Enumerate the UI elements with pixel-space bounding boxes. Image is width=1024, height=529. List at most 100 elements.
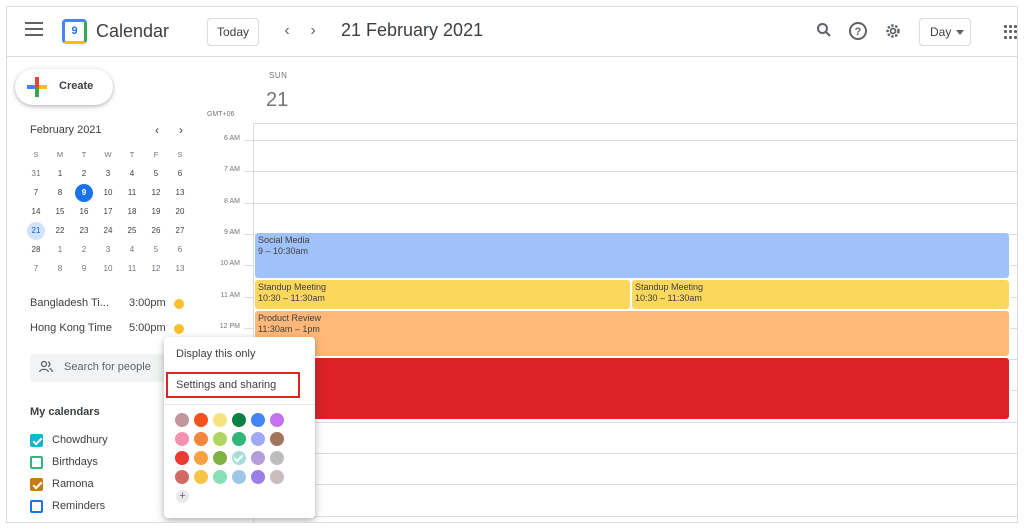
color-swatch[interactable] (251, 413, 265, 427)
color-swatch[interactable] (194, 451, 208, 465)
mini-calendar-day[interactable]: 28 (24, 240, 48, 259)
mini-calendar-day[interactable]: 7 (24, 259, 48, 278)
mini-calendar-day[interactable]: 23 (72, 221, 96, 240)
color-swatch[interactable] (232, 432, 246, 446)
mini-calendar-day[interactable]: 14 (24, 202, 48, 221)
color-swatch[interactable] (194, 413, 208, 427)
calendar-checkbox[interactable] (30, 478, 43, 491)
mini-calendar-day[interactable]: 20 (168, 202, 192, 221)
mini-calendar-day[interactable]: 27 (168, 221, 192, 240)
calendar-item[interactable]: Reminders (30, 499, 170, 515)
mini-calendar-day[interactable]: 24 (96, 221, 120, 240)
weekday-label: F (153, 150, 159, 159)
timezone-name: Bangladesh Ti... (30, 297, 109, 309)
search-icon[interactable] (814, 22, 834, 42)
mini-calendar-day[interactable]: 2 (72, 240, 96, 259)
mini-calendar-next-icon[interactable]: › (174, 123, 188, 137)
mini-calendar-day[interactable]: 15 (48, 202, 72, 221)
color-swatch[interactable] (251, 470, 265, 484)
calendar-checkbox[interactable] (30, 456, 43, 469)
calendar-checkbox[interactable] (30, 434, 43, 447)
google-apps-icon[interactable] (1004, 25, 1017, 39)
mini-calendar-day[interactable]: 22 (48, 221, 72, 240)
color-swatch[interactable] (194, 470, 208, 484)
color-swatch[interactable] (175, 413, 189, 427)
calendar-event[interactable]: Standup Meeting 10:30 – 11:30am (254, 279, 631, 310)
hour-label: 10 AM (220, 260, 240, 267)
mini-calendar-day[interactable]: 8 (48, 183, 72, 202)
mini-calendar-day[interactable]: 21 (24, 221, 48, 240)
color-swatch[interactable] (270, 413, 284, 427)
mini-calendar-day[interactable]: 8 (48, 259, 72, 278)
mini-calendar-day[interactable]: 2 (72, 164, 96, 183)
color-swatch[interactable] (270, 432, 284, 446)
mini-calendar-day[interactable]: 3 (96, 164, 120, 183)
today-button[interactable]: Today (207, 18, 259, 46)
color-swatch[interactable] (232, 451, 246, 465)
calendar-checkbox[interactable] (30, 500, 43, 513)
color-swatch[interactable] (194, 432, 208, 446)
mini-calendar-day[interactable]: 11 (120, 259, 144, 278)
color-swatch[interactable] (175, 432, 189, 446)
mini-calendar-day[interactable]: 17 (96, 202, 120, 221)
mini-calendar-day[interactable]: 10 (96, 183, 120, 202)
mini-calendar-day[interactable]: 9 (72, 183, 96, 202)
mini-calendar-day[interactable]: 6 (168, 164, 192, 183)
mini-calendar-day[interactable]: 13 (168, 259, 192, 278)
timezone-label: GMT+06 (207, 111, 235, 118)
mini-calendar-day[interactable]: 16 (72, 202, 96, 221)
color-swatch[interactable] (232, 413, 246, 427)
mini-calendar-day[interactable]: 13 (168, 183, 192, 202)
mini-calendar-day-number: 7 (33, 264, 39, 273)
mini-calendar-day-number: 6 (177, 245, 183, 254)
create-button[interactable]: Create (15, 69, 113, 105)
mini-calendar-day[interactable]: 11 (120, 183, 144, 202)
mini-calendar-day[interactable]: 18 (120, 202, 144, 221)
color-swatch[interactable] (270, 470, 284, 484)
mini-calendar-day[interactable]: 10 (96, 259, 120, 278)
calendar-item[interactable]: Ramona (30, 477, 170, 493)
mini-calendar-day[interactable]: 5 (144, 164, 168, 183)
mini-calendar-day[interactable]: 4 (120, 240, 144, 259)
mini-calendar-prev-icon[interactable]: ‹ (150, 123, 164, 137)
mini-calendar-day[interactable]: 12 (144, 259, 168, 278)
calendar-event[interactable] (254, 357, 1010, 420)
mini-calendar-day[interactable]: 12 (144, 183, 168, 202)
calendar-item[interactable]: Chowdhury (30, 433, 170, 449)
mini-calendar-day[interactable]: 26 (144, 221, 168, 240)
view-select-dropdown[interactable]: Day (919, 18, 971, 46)
color-swatch[interactable] (232, 470, 246, 484)
color-swatch[interactable] (213, 451, 227, 465)
color-swatch[interactable] (213, 413, 227, 427)
mini-calendar-day[interactable]: 1 (48, 164, 72, 183)
previous-period-icon[interactable]: ‹ (277, 21, 297, 41)
color-swatch[interactable] (213, 432, 227, 446)
display-this-only-option[interactable]: Display this only (164, 340, 315, 368)
mini-calendar-day[interactable]: 7 (24, 183, 48, 202)
color-swatch[interactable] (251, 432, 265, 446)
settings-gear-icon[interactable] (883, 22, 903, 42)
color-swatch[interactable] (251, 451, 265, 465)
mini-calendar-day[interactable]: 19 (144, 202, 168, 221)
mini-calendar-day[interactable]: 9 (72, 259, 96, 278)
add-custom-color-icon[interactable]: + (176, 490, 189, 503)
main-menu-icon[interactable] (25, 22, 43, 36)
help-icon[interactable]: ? (849, 22, 867, 40)
calendar-event[interactable]: Standup Meeting 10:30 – 11:30am (631, 279, 1010, 310)
calendar-item[interactable]: Birthdays (30, 455, 170, 471)
color-swatch[interactable] (175, 470, 189, 484)
color-swatch[interactable] (213, 470, 227, 484)
mini-calendar-day[interactable]: 3 (96, 240, 120, 259)
color-swatch[interactable] (270, 451, 284, 465)
day-number[interactable]: 21 (266, 89, 288, 112)
calendar-event[interactable]: Social Media 9 – 10:30am (254, 232, 1010, 279)
next-period-icon[interactable]: › (303, 21, 323, 41)
mini-calendar-day[interactable]: 31 (24, 164, 48, 183)
mini-calendar-day[interactable]: 1 (48, 240, 72, 259)
mini-calendar-day[interactable]: 5 (144, 240, 168, 259)
calendar-event[interactable]: Product Review 11:30am – 1pm (254, 310, 1010, 357)
mini-calendar-day[interactable]: 4 (120, 164, 144, 183)
color-swatch[interactable] (175, 451, 189, 465)
mini-calendar-day[interactable]: 25 (120, 221, 144, 240)
mini-calendar-day[interactable]: 6 (168, 240, 192, 259)
